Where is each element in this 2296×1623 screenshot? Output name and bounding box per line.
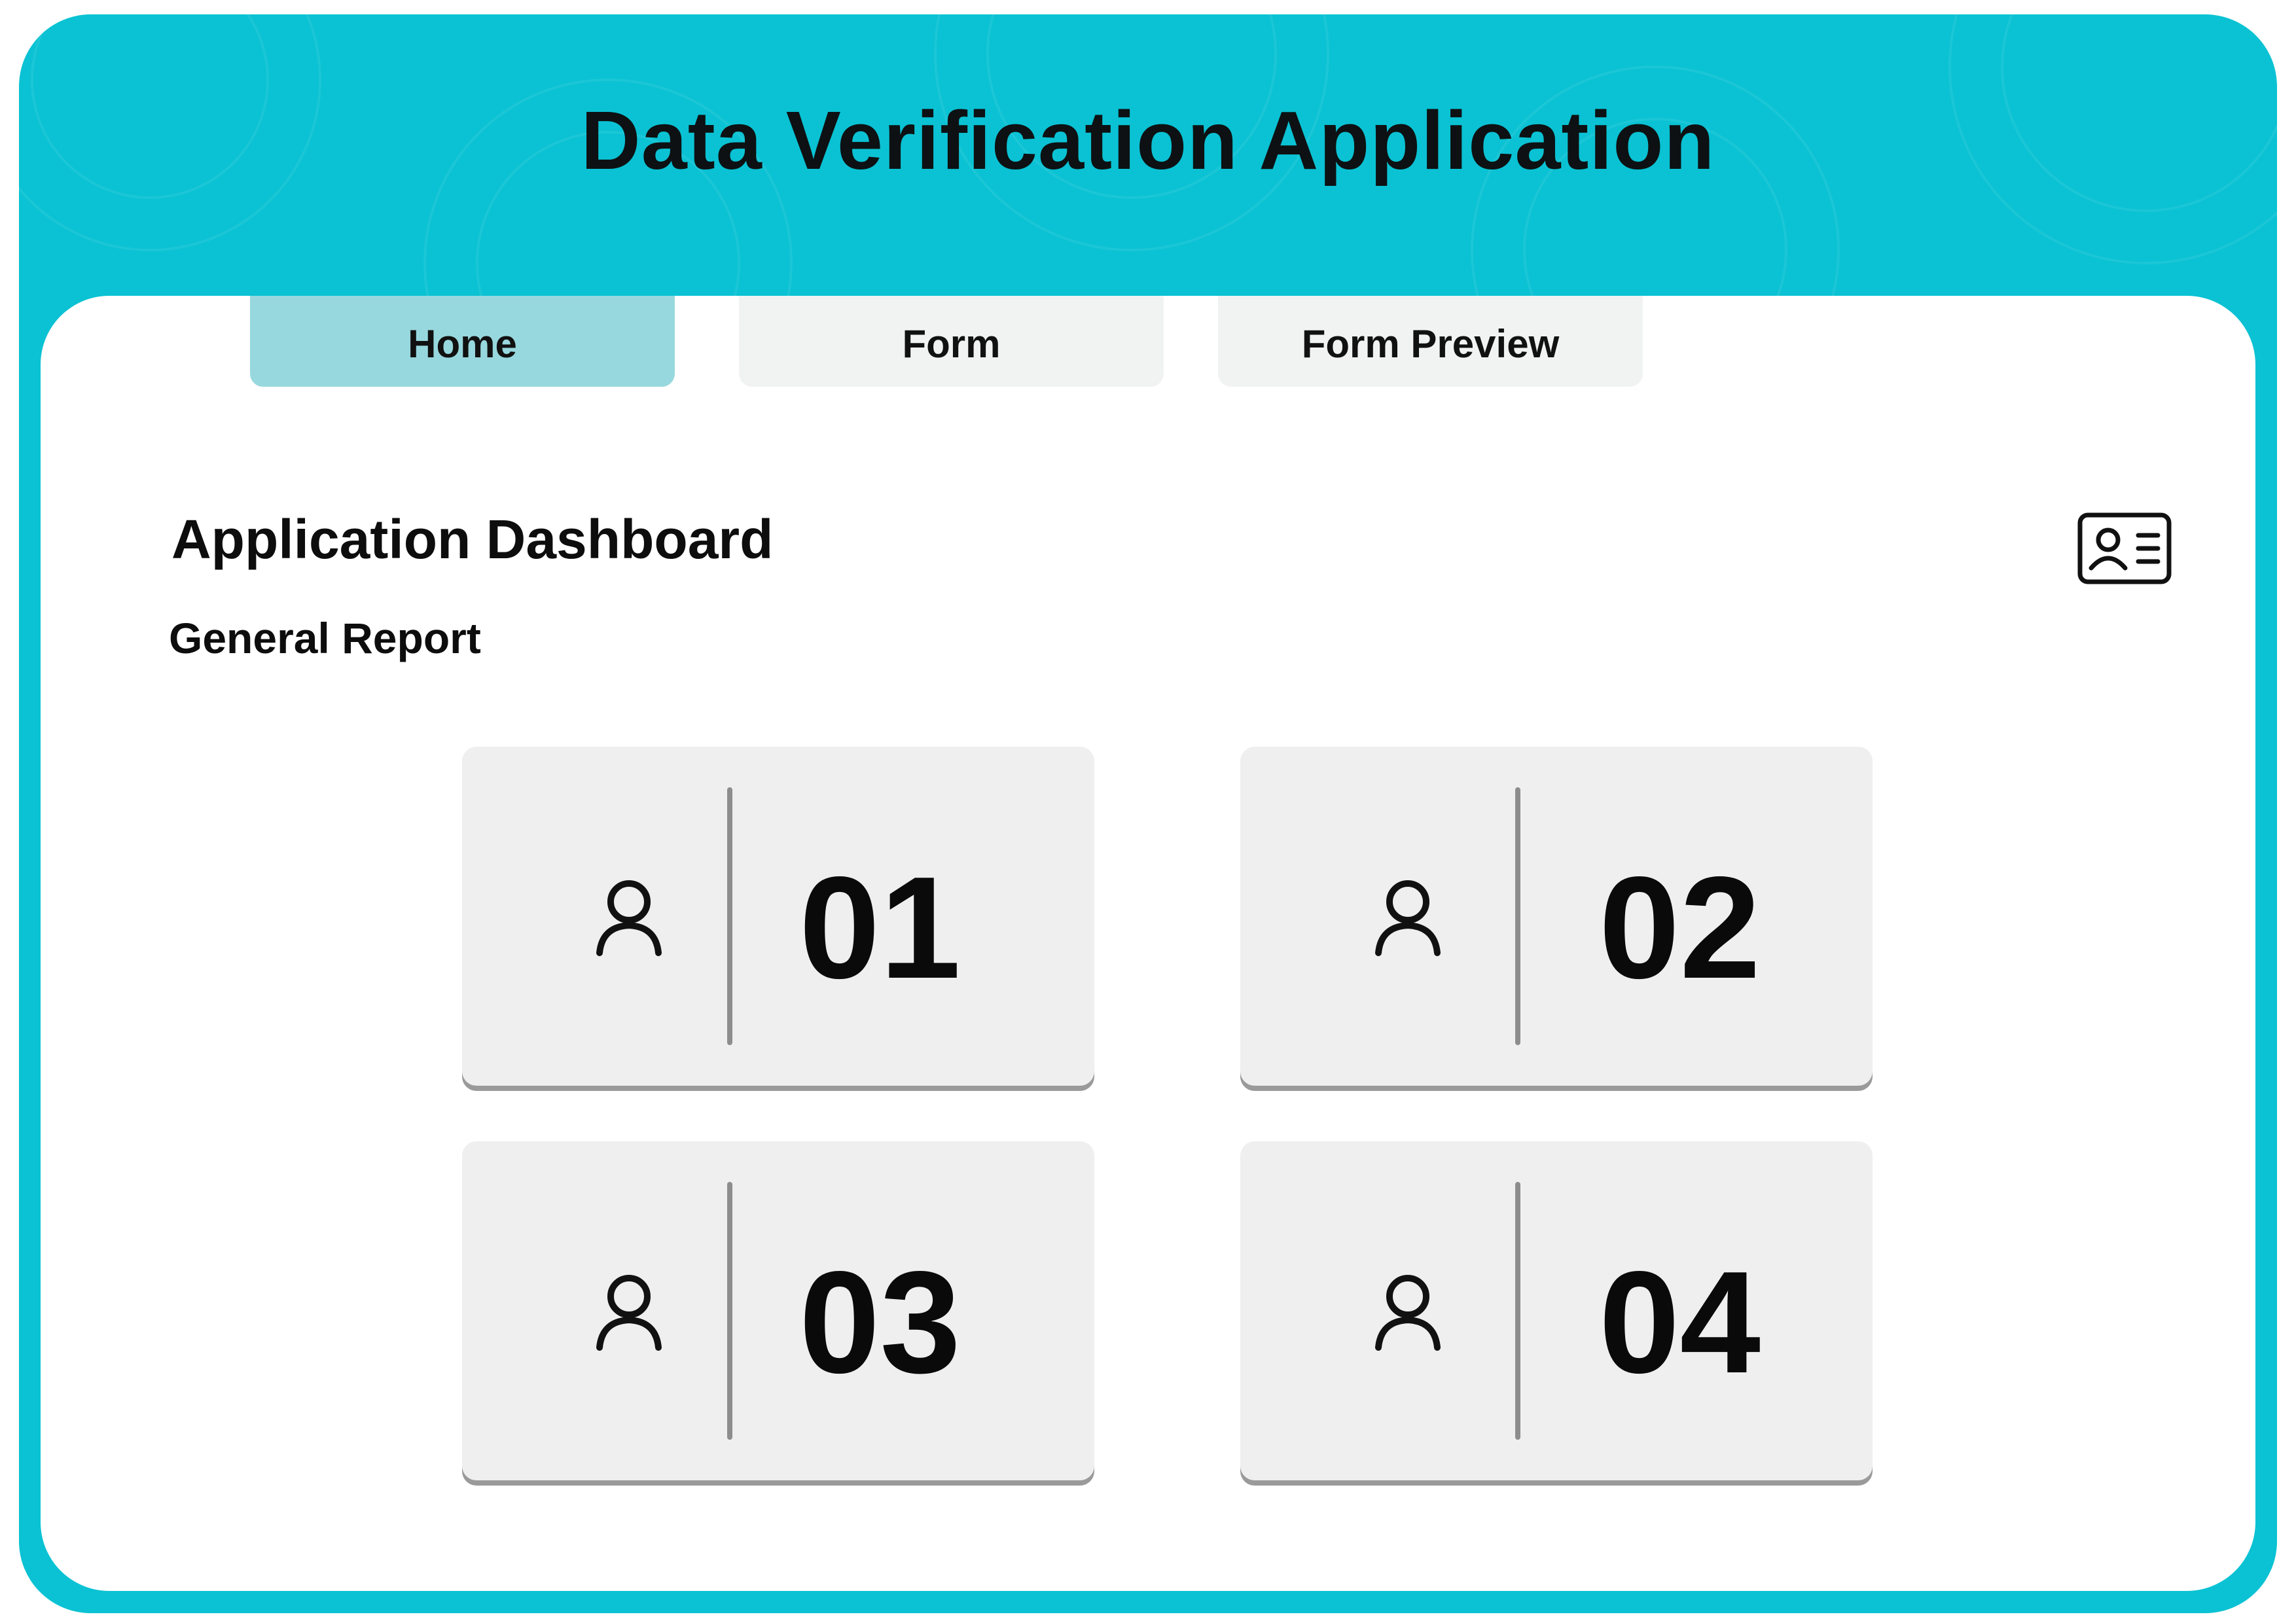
user-icon	[593, 876, 665, 957]
section-subtitle: General Report	[169, 614, 481, 662]
tab-form[interactable]: Form	[739, 296, 1164, 387]
tab-form-preview[interactable]: Form Preview	[1218, 296, 1643, 387]
user-icon	[1372, 876, 1444, 957]
card-divider	[727, 787, 732, 1045]
card-divider	[727, 1182, 732, 1440]
main-panel: Home Form Form Preview Application Dashb…	[41, 296, 2255, 1591]
report-card-1[interactable]: 01	[462, 747, 1094, 1086]
page-title: Application Dashboard	[171, 508, 774, 570]
report-card-3[interactable]: 03	[462, 1141, 1094, 1480]
report-card-4[interactable]: 04	[1240, 1141, 1873, 1480]
card-number: 04	[1599, 1241, 1761, 1404]
user-icon	[593, 1270, 665, 1352]
user-icon	[1372, 1270, 1444, 1352]
tab-home[interactable]: Home	[250, 296, 675, 387]
app-frame: Data Verification Application Home Form …	[19, 14, 2277, 1613]
report-card-2[interactable]: 02	[1240, 747, 1873, 1086]
card-number: 03	[799, 1241, 961, 1404]
app-title: Data Verification Application	[581, 94, 1715, 187]
id-card-icon[interactable]	[2077, 512, 2172, 585]
card-number: 02	[1599, 847, 1761, 1009]
page: Data Verification Application Home Form …	[0, 0, 2296, 1623]
card-divider	[1515, 1182, 1520, 1440]
card-number: 01	[799, 847, 961, 1009]
card-divider	[1515, 787, 1520, 1045]
